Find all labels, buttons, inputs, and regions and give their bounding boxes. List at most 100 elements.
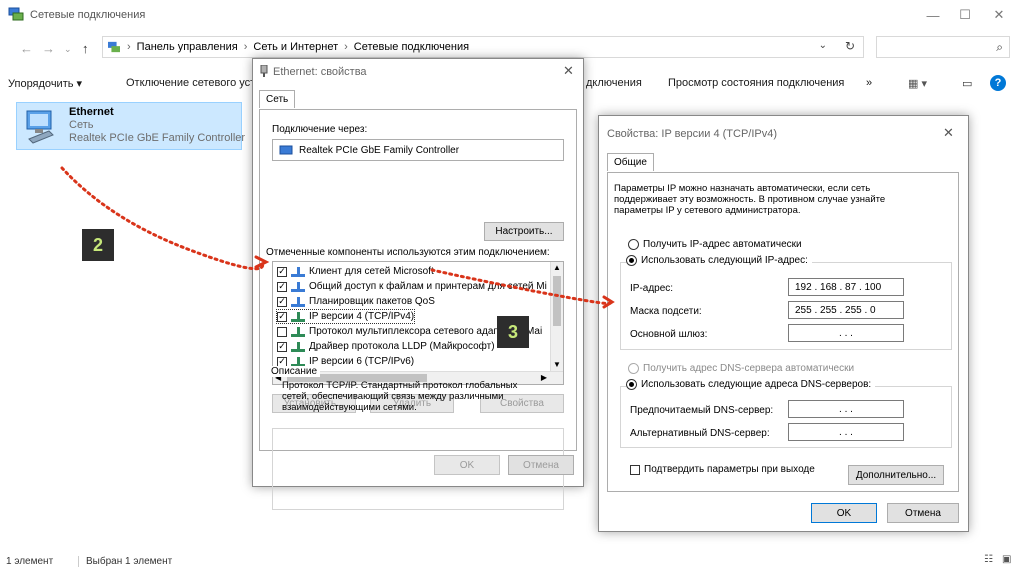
component-label: Клиент для сетей Microsoft [309,266,434,277]
address-dropdown-icon[interactable]: ⌄ [819,40,827,51]
rename-connection-button[interactable]: дключения [586,77,642,89]
component-checkbox[interactable]: ✓ [277,296,287,307]
organize-menu[interactable]: Упорядочить ▾ [8,77,82,90]
component-checkbox[interactable] [277,326,287,337]
validate-checkbox[interactable] [630,464,640,475]
component-checkbox[interactable]: ✓ [277,341,287,352]
ethernet-connection-item[interactable]: Ethernet Сеть Realtek PCIe GbE Family Co… [16,102,246,150]
auto-dns-radio[interactable] [628,363,639,374]
preferred-dns-label: Предпочитаемый DNS-сервер: [630,405,774,416]
preferred-dns-field[interactable]: . . . [788,400,904,418]
component-label: Планировщик пакетов QoS [309,296,435,307]
component-checkbox[interactable]: ✓ [277,311,287,322]
validate-on-exit-option[interactable]: Подтвердить параметры при выходе [630,464,815,475]
dialog-title: Ethernet: свойства [273,66,367,78]
forward-icon[interactable]: → [42,41,55,56]
manual-ip-option[interactable]: Использовать следующий IP-адрес: [626,255,812,266]
close-button[interactable]: ✕ [984,4,1014,26]
protocol-icon [291,311,305,322]
view-options-icon[interactable]: ▦ ▾ [908,77,927,90]
general-tab-panel: Параметры IP можно назначать автоматичес… [607,172,959,492]
recent-chevron-icon[interactable]: ⌄ [64,44,72,55]
window-title: Сетевые подключения [30,9,146,21]
manual-dns-label: Использовать следующие адреса DNS-сервер… [641,379,872,390]
component-item[interactable]: ✓ Клиент для сетей Microsoft [277,265,434,278]
components-vertical-scrollbar[interactable]: ▲ ▼ [550,262,563,372]
component-checkbox[interactable]: ✓ [277,356,287,367]
scroll-down-icon[interactable]: ▼ [553,360,561,369]
props-cancel-button[interactable]: Отмена [508,455,574,475]
auto-ip-radio[interactable] [628,239,639,250]
control-panel-icon [108,41,120,53]
subnet-mask-label: Маска подсети: [630,306,702,317]
scroll-up-icon[interactable]: ▲ [553,263,561,272]
tiles-view-icon[interactable]: ▣ [1002,554,1011,565]
protocol-icon [291,326,305,337]
component-item[interactable]: ✓ Планировщик пакетов QoS [277,295,435,308]
step-3-marker: 3 [497,316,529,348]
alternate-dns-label: Альтернативный DNS-сервер: [630,428,770,439]
breadcrumb-network-connections[interactable]: Сетевые подключения [354,41,469,53]
adapter-field: Realtek PCIe GbE Family Controller [272,139,564,161]
alternate-dns-field[interactable]: . . . [788,423,904,441]
refresh-icon[interactable]: ↻ [845,39,855,53]
ipv4-close-icon[interactable]: ✕ [943,125,954,141]
subnet-mask-field[interactable]: 255 . 255 . 255 . 0 [788,301,904,319]
network-client-icon [291,281,305,292]
auto-ip-option[interactable]: Получить IP-адрес автоматически [628,239,802,250]
adapter-title-icon [260,65,268,77]
up-icon[interactable]: ↑ [82,41,89,56]
maximize-button[interactable]: ☐ [950,4,980,26]
dialog-close-icon[interactable]: ✕ [563,63,574,79]
component-checkbox[interactable]: ✓ [277,281,287,292]
details-view-icon[interactable]: ☷ [984,554,993,565]
preview-pane-icon[interactable]: ▭ [962,77,972,90]
minimize-button[interactable]: — [918,4,948,26]
configure-button[interactable]: Настроить... [484,222,564,241]
adapter-name: Realtek PCIe GbE Family Controller [299,144,460,156]
step-2-marker: 2 [82,229,114,261]
ipv4-cancel-button[interactable]: Отмена [887,503,959,523]
network-connections-icon [8,7,24,21]
component-checkbox[interactable]: ✓ [277,266,287,277]
tab-general[interactable]: Общие [607,153,654,171]
ipv4-intro-text: Параметры IP можно назначать автоматичес… [614,183,886,216]
view-status-button[interactable]: Просмотр состояния подключения [668,77,844,89]
component-item[interactable]: ✓ Общий доступ к файлам и принтерам для с… [277,280,547,293]
selected-count: Выбран 1 элемент [78,556,172,567]
props-ok-button[interactable]: OK [434,455,500,475]
component-label: Драйвер протокола LLDP (Майкрософт) [309,341,495,352]
back-icon[interactable]: ← [20,41,33,56]
connection-adapter: Realtek PCIe GbE Family Controller [69,132,246,144]
components-label: Отмеченные компоненты используются этим … [266,247,550,258]
ip-address-field[interactable]: 192 . 168 . 87 . 100 [788,278,904,296]
validate-label: Подтвердить параметры при выходе [644,464,815,475]
gateway-field[interactable]: . . . [788,324,904,342]
help-icon[interactable]: ? [990,75,1006,91]
connect-via-label: Подключение через: [272,124,368,135]
protocol-icon [291,341,305,352]
connection-name: Ethernet [69,106,114,118]
breadcrumb-control-panel[interactable]: Панель управления [137,41,238,53]
auto-ip-label: Получить IP-адрес автоматически [643,239,802,250]
manual-dns-radio[interactable] [626,379,637,390]
more-commands-button[interactable]: » [866,77,872,89]
ipv4-properties-dialog: Свойства: IP версии 4 (TCP/IPv4) ✕ Общие… [598,115,969,532]
search-input[interactable]: ⌕ [876,36,1010,58]
description-label: Описание [268,366,321,377]
tab-network[interactable]: Сеть [259,90,296,108]
breadcrumb-network-internet[interactable]: Сеть и Интернет [253,41,338,53]
component-item[interactable]: ✓ IP версии 4 (TCP/IPv4) [275,309,416,324]
advanced-button[interactable]: Дополнительно... [848,465,944,485]
scroll-thumb[interactable] [553,276,561,326]
component-item[interactable]: ✓ Драйвер протокола LLDP (Майкрософт) [277,340,495,353]
ip-address-label: IP-адрес: [630,283,674,294]
title-bar: Сетевые подключения — ☐ ✕ [0,0,1019,30]
ipv4-ok-button[interactable]: OK [811,503,877,523]
auto-dns-option[interactable]: Получить адрес DNS-сервера автоматически [628,363,854,374]
address-bar[interactable]: › Панель управления › Сеть и Интернет › … [102,36,864,58]
manual-ip-radio[interactable] [626,255,637,266]
manual-dns-option[interactable]: Использовать следующие адреса DNS-сервер… [626,379,876,390]
disable-device-button[interactable]: Отключение сетевого уст [126,77,255,89]
search-icon: ⌕ [996,40,1003,54]
